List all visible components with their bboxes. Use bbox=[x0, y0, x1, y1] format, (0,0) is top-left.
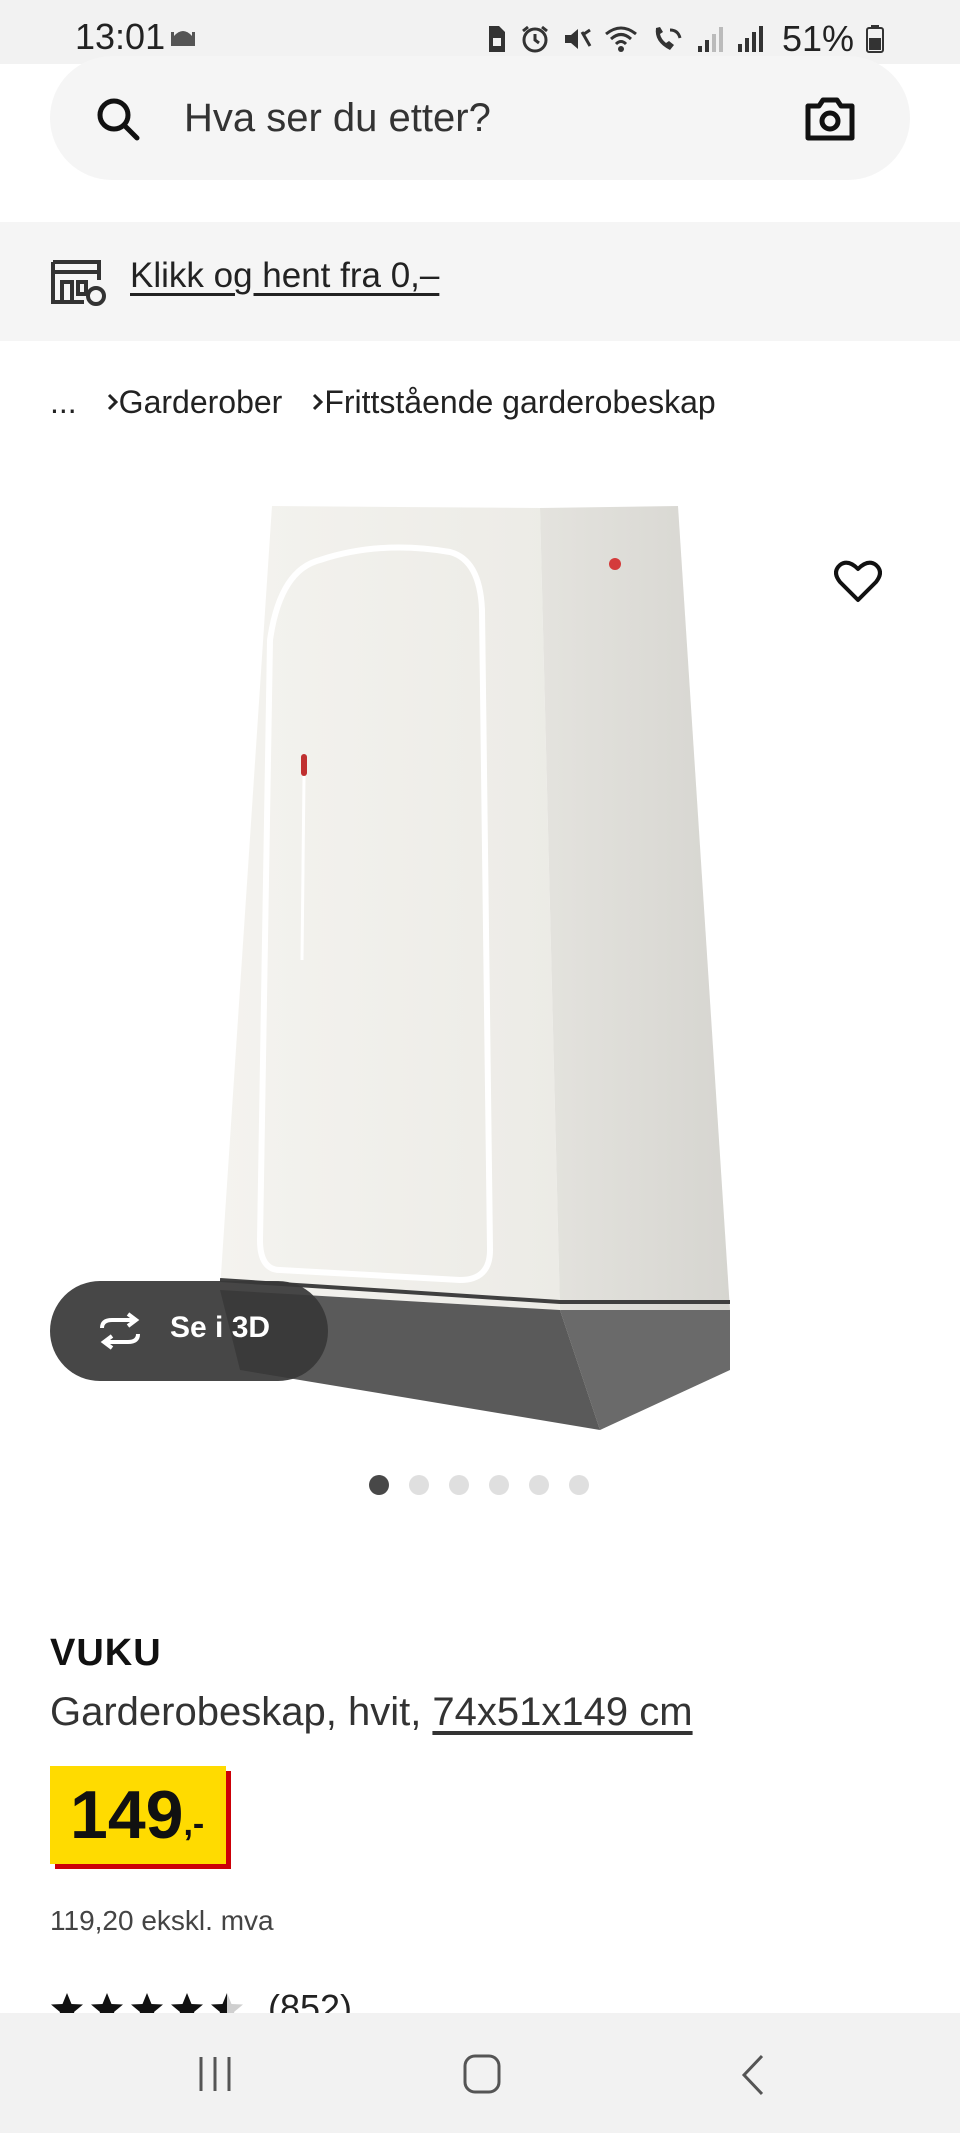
carousel-dot[interactable] bbox=[569, 1475, 589, 1495]
price-tag: 149 ,- bbox=[50, 1766, 227, 1864]
battery-icon bbox=[866, 25, 884, 53]
price-ex-vat: 119,20 ekskl. mva bbox=[50, 1905, 274, 1936]
back-icon[interactable] bbox=[740, 2053, 766, 2097]
product-description: Garderobeskap, hvit, 74x51x149 cm bbox=[50, 1690, 693, 1735]
price-integer: 149 bbox=[70, 1777, 184, 1853]
breadcrumb-item-more[interactable]: ... bbox=[50, 384, 77, 421]
signal-r-icon bbox=[737, 26, 763, 52]
mute-icon bbox=[564, 28, 592, 49]
product-dimensions-link[interactable]: 74x51x149 cm bbox=[432, 1690, 692, 1734]
alarm-icon bbox=[522, 25, 548, 53]
status-time: 13:01 bbox=[75, 16, 166, 57]
breadcrumb-item-garderober[interactable]: Garderober bbox=[119, 384, 283, 421]
carousel-dot[interactable] bbox=[409, 1475, 429, 1495]
rotate-3d-icon bbox=[100, 1312, 140, 1350]
view-3d-label: Se i 3D bbox=[170, 1311, 271, 1344]
nav-bar bbox=[0, 2013, 960, 2133]
search-icon[interactable] bbox=[95, 96, 141, 142]
price-suffix: ,- bbox=[183, 1805, 205, 1843]
camera-icon[interactable] bbox=[804, 96, 856, 142]
carousel-dot[interactable] bbox=[489, 1475, 509, 1495]
wifi-call-icon bbox=[655, 27, 682, 50]
search-bar[interactable] bbox=[50, 56, 910, 180]
product-name: VUKU bbox=[50, 1632, 162, 1674]
breadcrumb-item-frittstaende[interactable]: Frittstående garderobeskap bbox=[324, 384, 715, 421]
carousel-dot[interactable] bbox=[369, 1475, 389, 1495]
status-icons: 51% bbox=[486, 18, 884, 60]
home-icon[interactable] bbox=[462, 2053, 502, 2095]
pickup-banner[interactable]: Klikk og hent fra 0,– bbox=[0, 222, 960, 341]
pickup-link[interactable]: Klikk og hent fra 0,– bbox=[130, 256, 439, 296]
view-3d-button[interactable]: Se i 3D bbox=[50, 1281, 328, 1381]
product-description-text: Garderobeskap, hvit, bbox=[50, 1690, 433, 1734]
sim-icon bbox=[488, 26, 505, 52]
store-icon bbox=[51, 260, 106, 306]
carousel-dots bbox=[369, 1475, 589, 1495]
breadcrumb: ... Garderober Frittstående garderobeska… bbox=[50, 382, 716, 422]
carousel-dot[interactable] bbox=[449, 1475, 469, 1495]
search-input[interactable] bbox=[184, 90, 744, 146]
mosque-icon bbox=[171, 31, 195, 46]
heart-icon[interactable] bbox=[834, 560, 882, 604]
battery-percent: 51% bbox=[781, 18, 854, 59]
status-bar: 13:01 51% bbox=[0, 0, 960, 64]
signal-icon bbox=[697, 27, 723, 52]
wifi-icon bbox=[605, 26, 637, 52]
recent-apps-icon[interactable] bbox=[195, 2055, 235, 2093]
carousel-dot[interactable] bbox=[529, 1475, 549, 1495]
